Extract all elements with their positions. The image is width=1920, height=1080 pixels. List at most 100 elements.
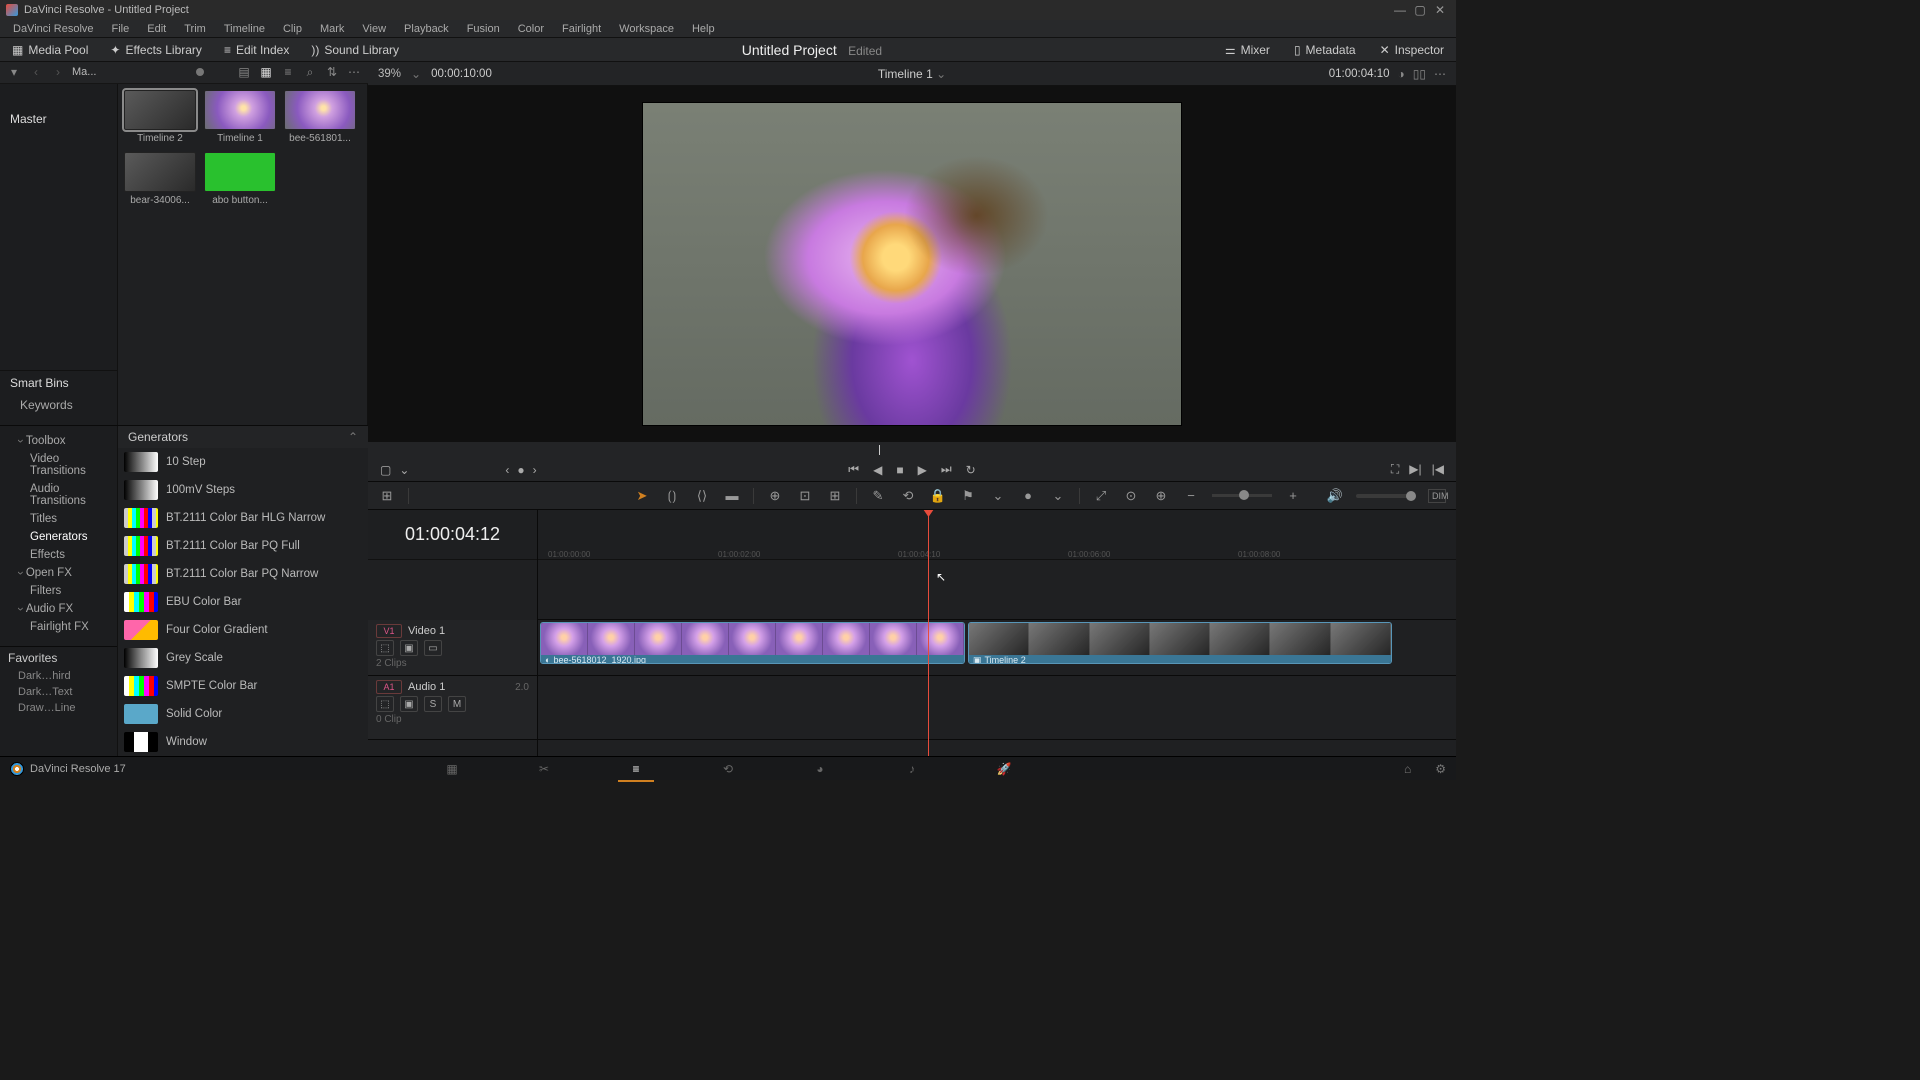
zoom-slider[interactable] [1212, 494, 1272, 497]
dual-view-icon[interactable]: ▯▯ [1413, 67, 1426, 81]
fx-toolbox[interactable]: Toolbox [0, 432, 117, 450]
video-track-1[interactable]: ◐bee-5618012_1920.jpg ▣Timeline 2 [538, 620, 1456, 676]
zoom-fit-icon[interactable]: ⤢ [1092, 488, 1110, 504]
menu-mark[interactable]: Mark [311, 22, 353, 36]
marker-dropdown-icon[interactable]: ⌄ [1049, 488, 1067, 504]
volume-slider[interactable] [1356, 494, 1416, 498]
fx-effects[interactable]: Effects [0, 546, 117, 564]
track-auto-icon[interactable]: ▣ [400, 640, 418, 656]
media-pool-toggle[interactable]: ▦Media Pool [8, 41, 92, 59]
match-frame-icon[interactable]: ● [517, 463, 524, 477]
menu-timeline[interactable]: Timeline [215, 22, 274, 36]
marker-icon[interactable]: ● [1019, 488, 1037, 503]
close-button[interactable]: ✕ [1430, 3, 1450, 17]
fx-filters[interactable]: Filters [0, 582, 117, 600]
fx-openfx[interactable]: Open FX [0, 564, 117, 582]
trim-tool[interactable]: ⟮⟯ [663, 488, 681, 504]
inspector-toggle[interactable]: ✕Inspector [1376, 41, 1448, 59]
arrow-tool[interactable]: ➤ [633, 488, 651, 504]
snap-icon[interactable]: ✎ [869, 488, 887, 504]
dynamic-trim-tool[interactable]: ⟨⟩ [693, 488, 711, 504]
step-back-icon[interactable]: ◀ [873, 463, 882, 477]
menu-view[interactable]: View [353, 22, 395, 36]
color-page-icon[interactable]: ◕ [810, 760, 830, 778]
lock-icon[interactable]: 🔒 [929, 488, 947, 504]
clip-timeline-1[interactable]: Timeline 1 [204, 90, 276, 144]
go-end-icon[interactable]: ⏭ [941, 462, 952, 477]
zoom-in-icon[interactable]: + [1284, 488, 1302, 503]
viewer[interactable] [368, 86, 1456, 442]
zoom-level[interactable]: 39% [378, 68, 401, 80]
viewer-title[interactable]: Timeline 1 ⌄ [878, 67, 946, 81]
clip-bee[interactable]: bee-561801... [284, 90, 356, 144]
effects-library-toggle[interactable]: ✦Effects Library [106, 41, 206, 59]
menu-file[interactable]: File [103, 22, 139, 36]
audio-lock-icon[interactable]: ⬚ [376, 696, 394, 712]
generator-item[interactable]: Four Color Gradient [118, 616, 368, 644]
smartbins-header[interactable]: Smart Bins [0, 370, 117, 395]
overwrite-icon[interactable]: ⊡ [796, 488, 814, 504]
view-strip-icon[interactable]: ▤ [236, 64, 252, 80]
generator-item[interactable]: EBU Color Bar [118, 588, 368, 616]
v1-tag[interactable]: V1 [376, 624, 402, 638]
search-icon[interactable]: ⌕ [302, 64, 318, 80]
menu-davinci[interactable]: DaVinci Resolve [4, 22, 103, 36]
deliver-page-icon[interactable]: 🚀 [994, 760, 1014, 778]
media-page-icon[interactable]: ▦ [442, 760, 462, 778]
edit-page-icon[interactable]: ≡ [626, 760, 646, 778]
insert-icon[interactable]: ⊕ [766, 488, 784, 504]
edit-index-toggle[interactable]: ≡Edit Index [220, 41, 293, 59]
fx-audiofx[interactable]: Audio FX [0, 600, 117, 618]
generator-item[interactable]: 10 Step [118, 448, 368, 476]
video-track-header[interactable]: V1Video 1 ⬚▣▭ 2 Clips [368, 620, 537, 676]
replace-icon[interactable]: ⊞ [826, 488, 844, 504]
menu-help[interactable]: Help [683, 22, 724, 36]
stop-icon[interactable]: ■ [896, 463, 903, 477]
match-frame-next-icon[interactable]: › [533, 463, 537, 477]
link-icon[interactable]: ⟲ [899, 488, 917, 504]
favorite-item[interactable]: Dark…Text [8, 684, 109, 700]
maximize-button[interactable]: ▢ [1410, 3, 1430, 17]
clip-bee-block[interactable]: ◐bee-5618012_1920.jpg [540, 622, 965, 664]
blade-tool[interactable]: ▬ [723, 488, 741, 503]
audio-solo-icon[interactable]: S [424, 696, 442, 712]
fx-fairlightfx[interactable]: Fairlight FX [0, 618, 117, 636]
dim-button[interactable]: DIM [1428, 489, 1446, 503]
menu-playback[interactable]: Playback [395, 22, 458, 36]
home-icon[interactable]: ⌂ [1404, 762, 1411, 776]
timeline-view-icon[interactable]: ⊞ [378, 488, 396, 504]
cut-page-icon[interactable]: ✂ [534, 760, 554, 778]
clip-timeline2-block[interactable]: ▣Timeline 2 [968, 622, 1392, 664]
generator-item[interactable]: Grey Scale [118, 644, 368, 672]
mixer-toggle[interactable]: ⚌Mixer [1221, 41, 1274, 59]
collapse-icon[interactable]: ⌃ [348, 430, 358, 444]
smartbins-keywords[interactable]: Keywords [0, 395, 117, 415]
custom-zoom-icon[interactable]: ⊕ [1152, 488, 1170, 504]
bin-dropdown[interactable]: ▾ [6, 64, 22, 80]
generator-item[interactable]: Solid Color [118, 700, 368, 728]
sort-icon[interactable]: ⇅ [324, 64, 340, 80]
sound-library-toggle[interactable]: ))Sound Library [307, 41, 403, 59]
viewer-more-icon[interactable]: ⋯ [1434, 67, 1446, 81]
menu-workspace[interactable]: Workspace [610, 22, 683, 36]
detail-zoom-icon[interactable]: ⊙ [1122, 488, 1140, 504]
fairlight-page-icon[interactable]: ♪ [902, 760, 922, 778]
favorite-item[interactable]: Dark…hird [8, 668, 109, 684]
generator-item[interactable]: SMPTE Color Bar [118, 672, 368, 700]
bypass-icon[interactable]: ◑ [1398, 67, 1405, 81]
menu-color[interactable]: Color [509, 22, 553, 36]
loop-icon[interactable]: ↻ [966, 463, 976, 477]
playhead[interactable] [928, 510, 929, 756]
menu-fairlight[interactable]: Fairlight [553, 22, 610, 36]
generator-item[interactable]: BT.2111 Color Bar PQ Narrow [118, 560, 368, 588]
menu-clip[interactable]: Clip [274, 22, 311, 36]
timeline-ruler[interactable]: 01:00:00:00 01:00:02:00 01:00:04:10 01:0… [538, 510, 1456, 560]
fusion-page-icon[interactable]: ⟲ [718, 760, 738, 778]
step-fwd-icon[interactable]: ▶| [1409, 462, 1421, 477]
generator-item[interactable]: Window [118, 728, 368, 756]
metadata-toggle[interactable]: ▯Metadata [1290, 41, 1360, 59]
zoom-out-icon[interactable]: − [1182, 488, 1200, 503]
master-bin[interactable]: Master [0, 108, 117, 130]
zoom-dropdown-icon[interactable]: ⌄ [411, 67, 421, 81]
clip-bear[interactable]: bear-34006... [124, 152, 196, 206]
